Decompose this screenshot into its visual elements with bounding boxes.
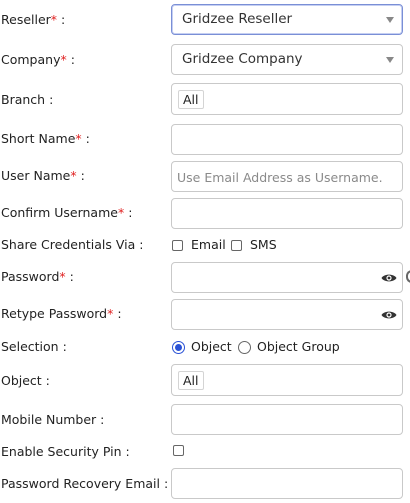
object-tag-all[interactable]: All	[178, 371, 204, 390]
recovery-email-input[interactable]	[171, 468, 403, 499]
company-select[interactable]: Gridzee Company	[171, 44, 403, 75]
confirm-username-label: Confirm Username* :	[1, 205, 133, 220]
eye-icon[interactable]	[381, 309, 397, 321]
security-pin-label: Enable Security Pin :	[1, 444, 130, 459]
help-icon[interactable]	[406, 270, 410, 283]
mobile-number-label: Mobile Number :	[1, 412, 105, 427]
share-email-label: Email	[191, 237, 226, 252]
company-select-value: Gridzee Company	[182, 51, 303, 67]
object-multiselect[interactable]: All	[171, 364, 403, 396]
reseller-label: Reseller* :	[1, 12, 66, 27]
selection-object-group-label: Object Group	[257, 339, 340, 354]
share-sms-label: SMS	[250, 237, 277, 252]
password-input[interactable]	[171, 262, 403, 293]
chevron-down-icon	[386, 57, 394, 63]
selection-object-group-radio[interactable]	[238, 341, 251, 354]
reseller-select-value: Gridzee Reseller	[182, 11, 293, 27]
branch-tag-all[interactable]: All	[178, 90, 204, 109]
short-name-label: Short Name* :	[1, 131, 90, 146]
eye-icon[interactable]	[381, 272, 397, 284]
mobile-number-input[interactable]	[171, 404, 403, 435]
share-credentials-label: Share Credentials Via :	[1, 237, 144, 252]
short-name-input[interactable]	[171, 124, 403, 155]
branch-label: Branch :	[1, 92, 54, 107]
selection-label: Selection :	[1, 339, 67, 354]
selection-object-radio[interactable]	[172, 341, 185, 354]
user-name-input[interactable]: Use Email Address as Username.	[171, 161, 403, 192]
reseller-select[interactable]: Gridzee Reseller	[171, 4, 403, 35]
chevron-down-icon	[386, 17, 394, 23]
share-email-checkbox[interactable]	[172, 240, 183, 251]
password-label: Password* :	[1, 269, 74, 284]
user-name-label: User Name* :	[1, 168, 85, 183]
retype-password-input[interactable]	[171, 299, 403, 330]
share-sms-checkbox[interactable]	[231, 240, 242, 251]
confirm-username-input[interactable]	[171, 198, 403, 229]
retype-password-label: Retype Password* :	[1, 306, 122, 321]
branch-multiselect[interactable]: All	[171, 83, 403, 115]
user-name-placeholder: Use Email Address as Username.	[177, 170, 383, 185]
recovery-email-label: Password Recovery Email :	[1, 476, 169, 491]
company-label: Company* :	[1, 52, 75, 67]
object-label: Object :	[1, 373, 50, 388]
security-pin-checkbox[interactable]	[173, 445, 184, 456]
selection-object-label: Object	[191, 339, 232, 354]
